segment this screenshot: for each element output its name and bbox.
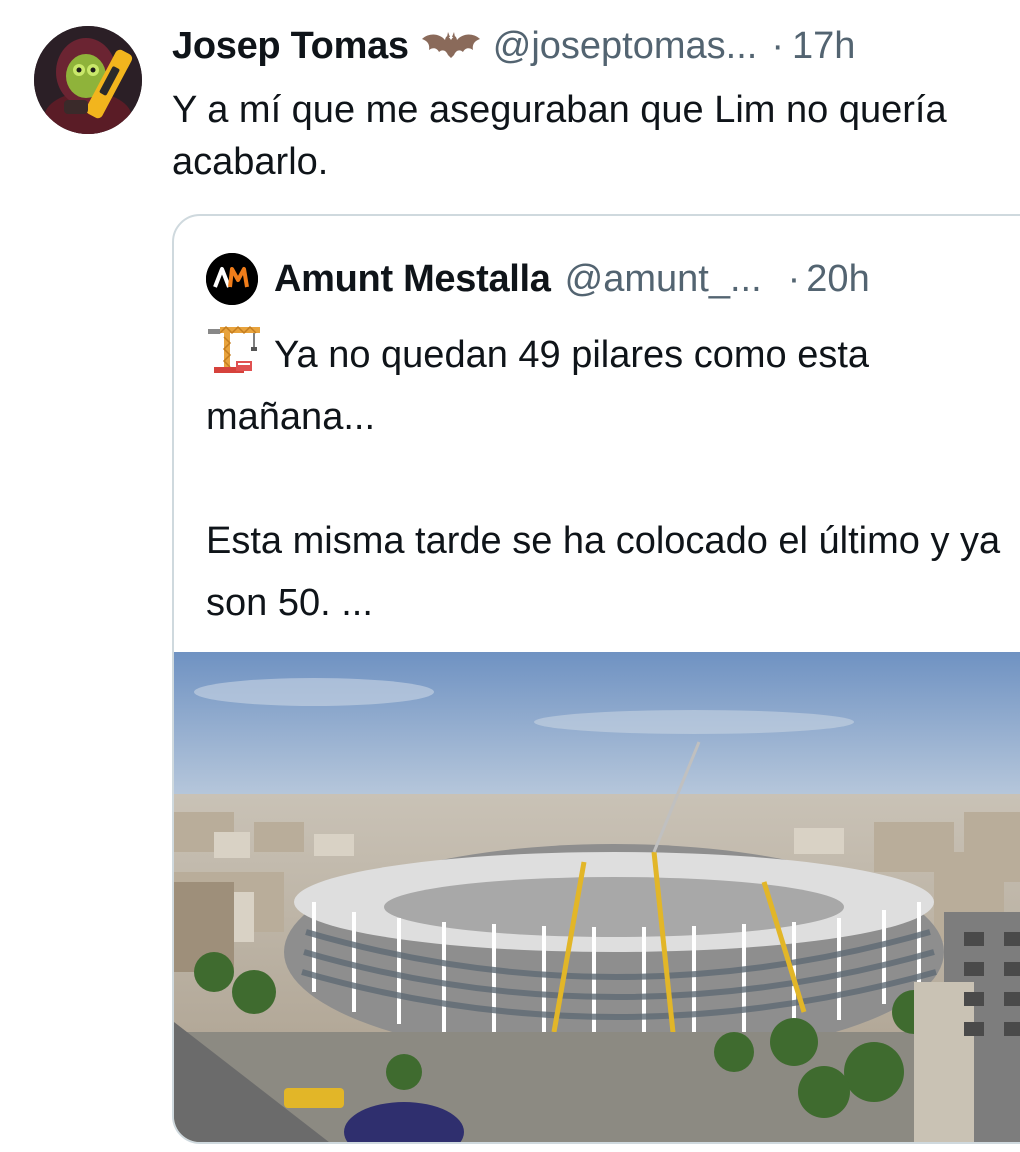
bat-emoji-icon — [421, 31, 481, 61]
quoted-text-line1: Ya no quedan 49 pilares como esta mañana… — [206, 324, 1020, 448]
quoted-header-separator: · — [787, 257, 801, 300]
amunt-mestalla-logo — [206, 253, 258, 305]
quoted-author-handle[interactable]: @amunt_... — [565, 258, 762, 301]
quoted-author-avatar[interactable] — [206, 253, 258, 305]
quoted-tweet-header: Amunt Mestalla @amunt_... · 20h — [206, 253, 870, 305]
quoted-text-line2: Esta misma tarde se ha colocado el últim… — [206, 520, 1001, 624]
header-separator: · — [771, 24, 784, 67]
quoted-tweet-card[interactable]: Amunt Mestalla @amunt_... · 20h Ya no qu… — [172, 214, 1020, 1144]
building-construction-icon — [206, 325, 262, 375]
quoted-text-line1-content: Ya no quedan 49 pilares como esta mañana… — [206, 334, 870, 438]
tweet-header: Josep Tomas @joseptomas... · 17h — [172, 22, 855, 70]
quoted-tweet-timestamp[interactable]: 20h — [806, 258, 869, 301]
tweet-timestamp[interactable]: 17h — [792, 25, 855, 68]
stadium-construction-photo[interactable] — [174, 652, 1020, 1142]
author-handle[interactable]: @joseptomas... — [493, 25, 758, 68]
tweet-text: Y a mí que me aseguraban que Lim no quer… — [172, 89, 947, 183]
quoted-author-name[interactable]: Amunt Mestalla — [274, 258, 551, 301]
stadium-photo-illustration — [174, 652, 1020, 1142]
author-name[interactable]: Josep Tomas — [172, 25, 409, 68]
author-avatar[interactable] — [34, 26, 142, 134]
quoted-tweet-text: Ya no quedan 49 pilares como esta mañana… — [206, 324, 1020, 634]
